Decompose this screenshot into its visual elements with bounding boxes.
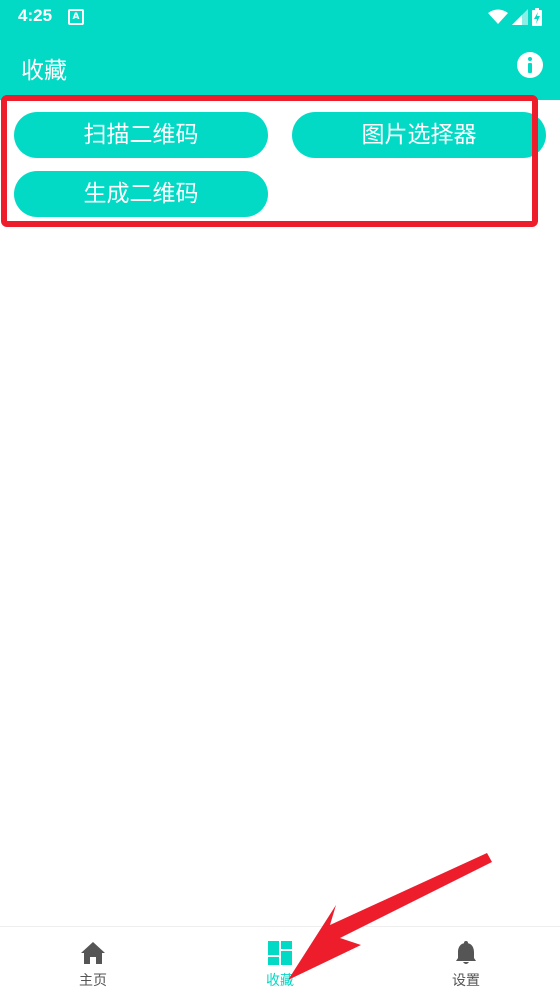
signal-icon [512, 9, 528, 25]
app-screen: 4:25 A 收藏 扫描二维码 图片选择器 生成二维码 主页 收藏 设置 [0, 0, 560, 996]
nav-item-collect[interactable]: 收藏 [187, 927, 373, 996]
nav-label-settings: 设置 [452, 973, 480, 989]
nav-item-home[interactable]: 主页 [0, 927, 186, 996]
nav-label-home: 主页 [79, 973, 107, 989]
wifi-icon [488, 9, 508, 24]
main-content: 扫描二维码 图片选择器 生成二维码 [0, 95, 560, 926]
status-time: 4:25 [18, 6, 53, 25]
bottom-navigation: 主页 收藏 设置 [0, 926, 560, 996]
status-bar: 4:25 A [0, 0, 560, 34]
app-bar: 收藏 [0, 34, 560, 100]
dashboard-icon [268, 941, 292, 965]
nav-label-collect: 收藏 [266, 973, 294, 989]
image-picker-button[interactable]: 图片选择器 [292, 112, 546, 158]
nav-item-settings[interactable]: 设置 [373, 927, 559, 996]
scan-qr-button[interactable]: 扫描二维码 [14, 112, 268, 158]
generate-qr-button[interactable]: 生成二维码 [14, 171, 268, 217]
home-icon [81, 942, 105, 964]
status-icons [488, 6, 542, 28]
info-icon[interactable] [517, 52, 543, 78]
a-icon: A [68, 9, 84, 25]
battery-icon [532, 8, 542, 26]
bell-icon [456, 941, 476, 964]
page-title: 收藏 [21, 58, 67, 84]
